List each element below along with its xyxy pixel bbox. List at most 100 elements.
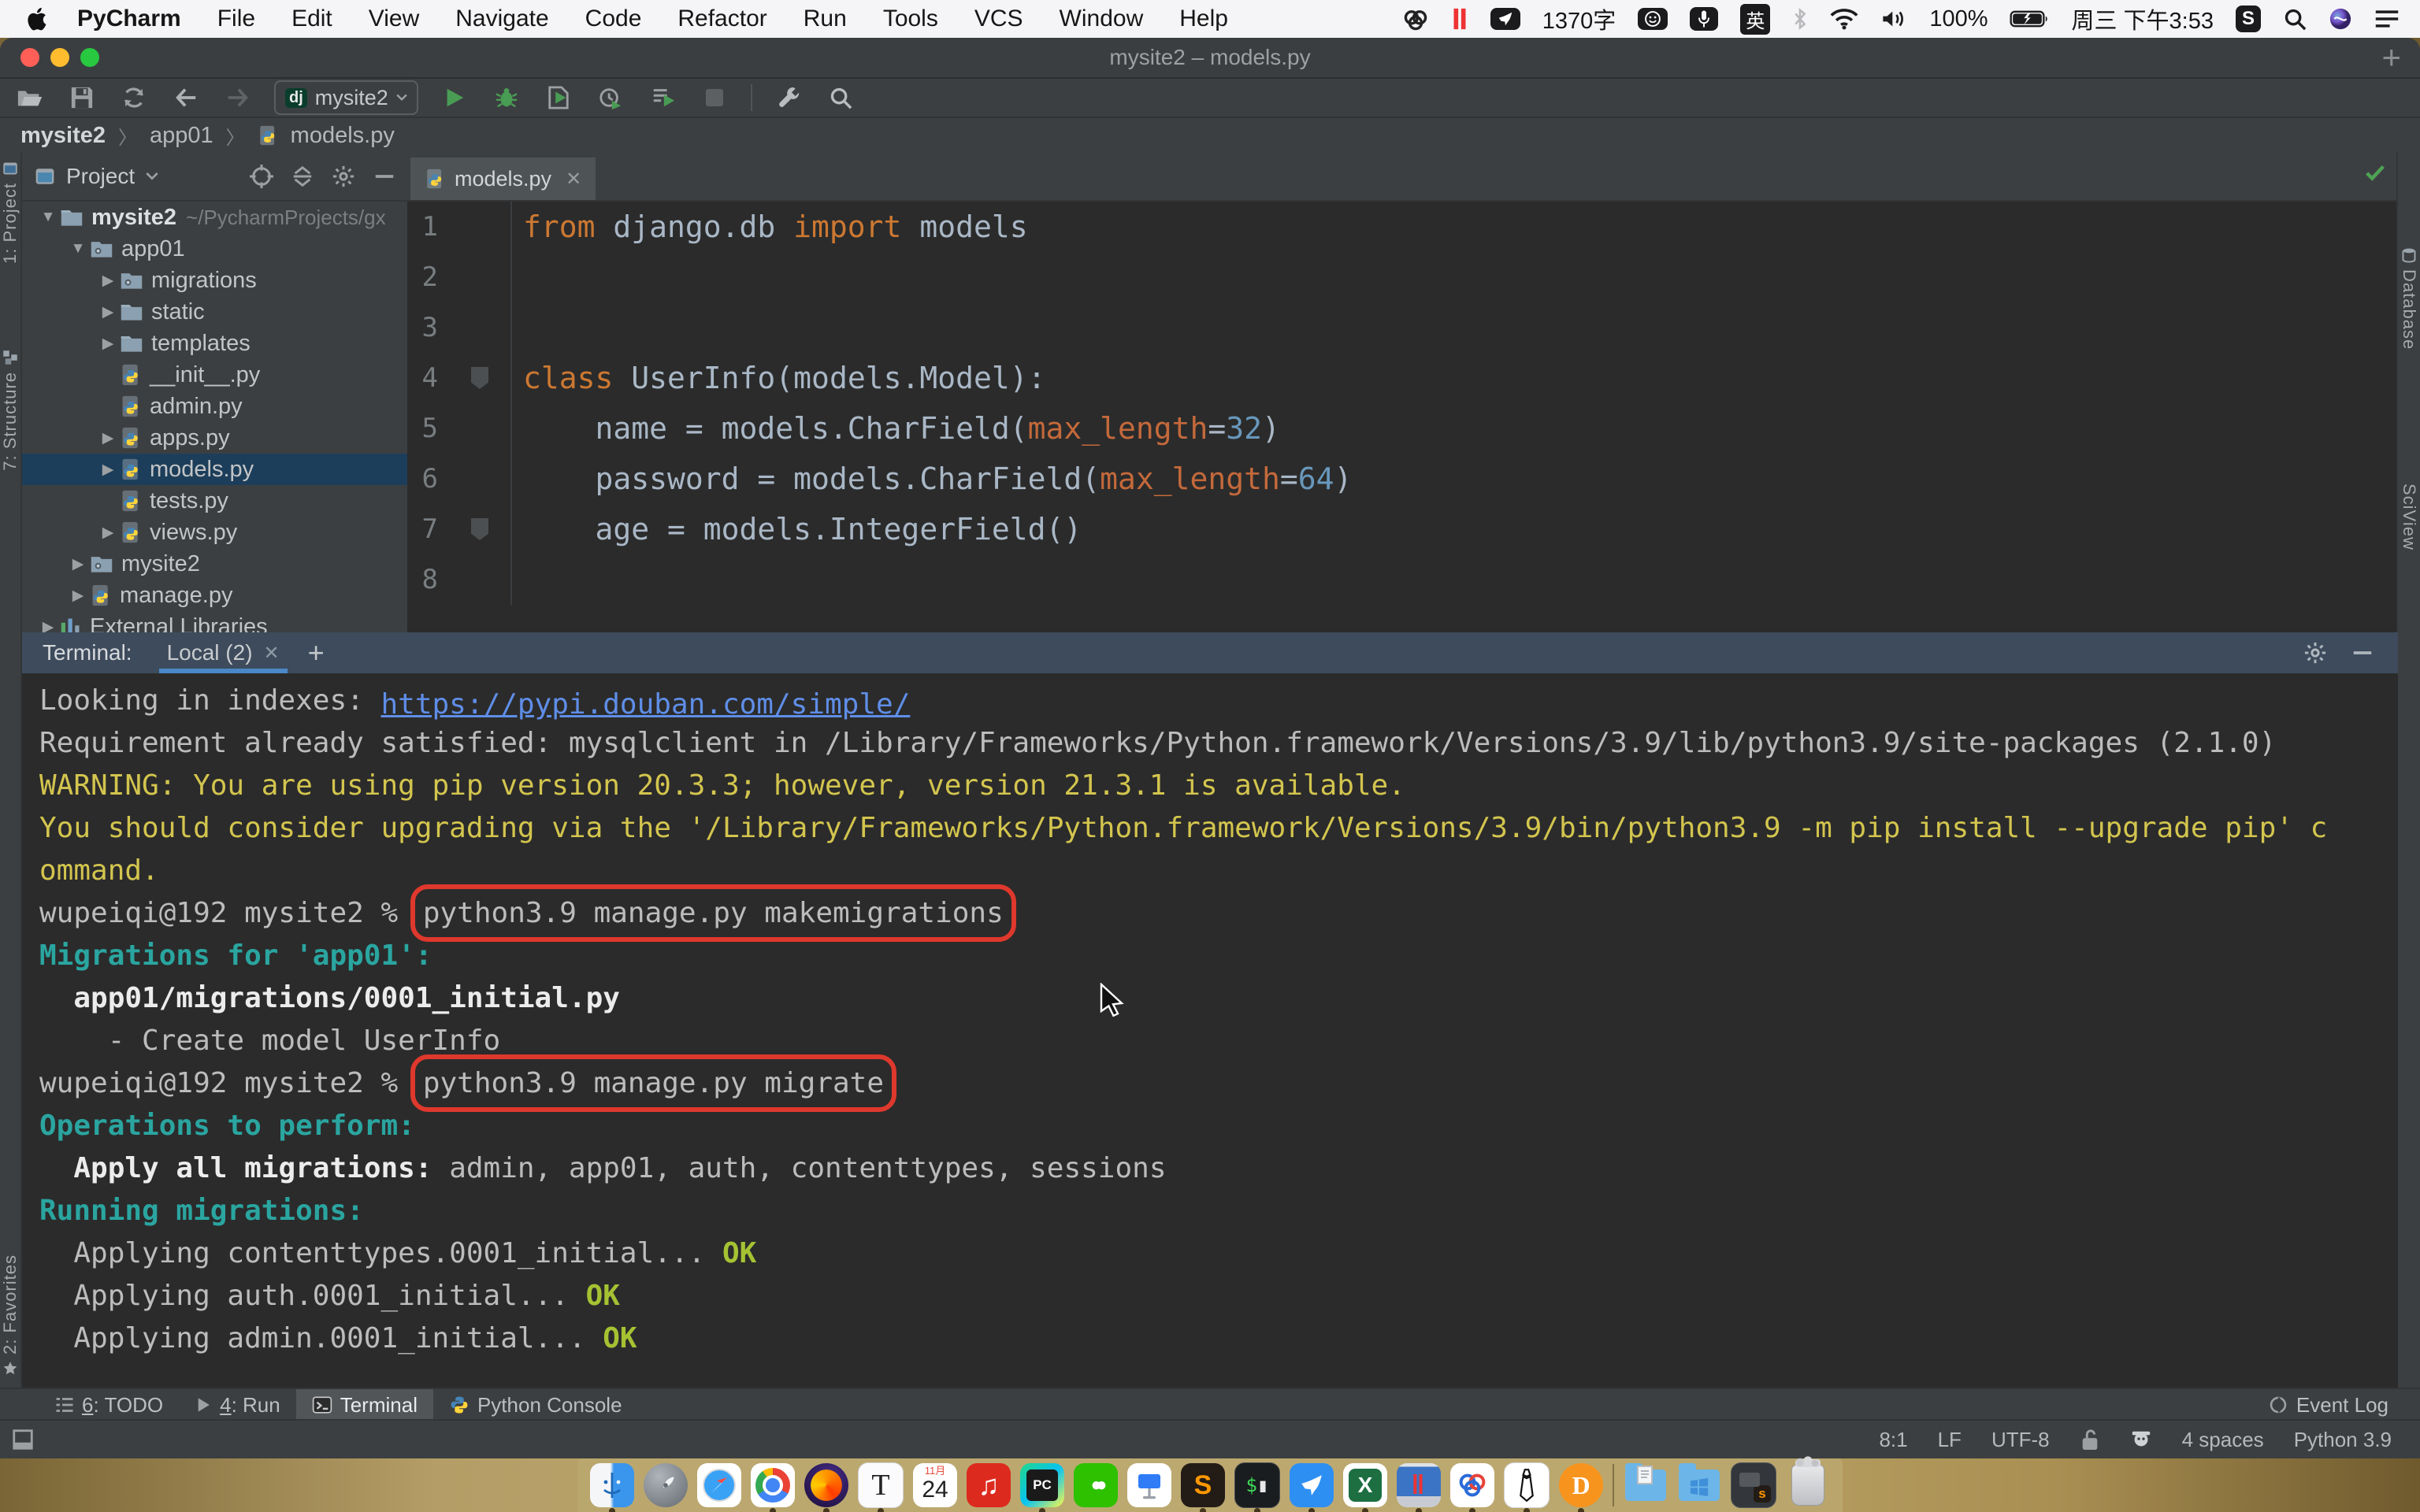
dock-item-pycharm[interactable]: PC	[1020, 1463, 1064, 1507]
dock-item-baidu-netdisk[interactable]	[1450, 1463, 1494, 1507]
sidebar-item-database[interactable]: Database	[2398, 247, 2420, 350]
menu-edit[interactable]: Edit	[291, 6, 332, 32]
dock-item-trash[interactable]	[1786, 1463, 1830, 1507]
tree-down-arrow-icon[interactable]: ▼	[66, 240, 90, 258]
tree-item-external-libraries[interactable]: ▶External Libraries	[22, 611, 407, 632]
dock-item-sublime-text[interactable]: S	[1181, 1463, 1225, 1507]
netdisk-menu-icon[interactable]	[1402, 7, 1429, 31]
file-encoding[interactable]: UTF-8	[1991, 1428, 2050, 1452]
tree-item-static[interactable]: ▶static	[22, 296, 407, 328]
dock-item-finder[interactable]	[590, 1463, 634, 1507]
sync-icon[interactable]	[118, 82, 150, 113]
run-button[interactable]	[439, 82, 470, 113]
inspection-ok-icon[interactable]	[2363, 161, 2387, 188]
menu-view[interactable]: View	[369, 6, 419, 32]
code-line-2[interactable]: 2	[407, 252, 2398, 302]
indent-setting[interactable]: 4 spaces	[2182, 1428, 2264, 1452]
project-panel-title[interactable]: Project	[66, 164, 135, 189]
sidebar-item-project[interactable]: 1: Project	[0, 161, 20, 264]
menu-run[interactable]: Run	[804, 6, 847, 32]
hide-panel-icon[interactable]	[373, 165, 396, 188]
tree-right-arrow-icon[interactable]: ▶	[96, 303, 120, 321]
wifi-icon[interactable]	[1830, 8, 1858, 30]
siri-icon[interactable]	[2329, 7, 2352, 31]
breadcrumb-mysite2[interactable]: mysite2	[20, 123, 106, 149]
toolwindow-run[interactable]: 4: Run	[179, 1389, 296, 1421]
tree-item-app01[interactable]: ▼app01	[22, 233, 407, 265]
tree-item-models-py[interactable]: ▶models.py	[22, 454, 407, 485]
bluetooth-icon[interactable]	[1792, 7, 1808, 31]
save-all-icon[interactable]	[66, 82, 98, 113]
run-configuration-select[interactable]: djmysite2	[274, 80, 418, 115]
dock-item-documents-folder[interactable]	[1624, 1463, 1668, 1507]
navigate-back-icon[interactable]	[170, 82, 202, 113]
tree-item-tests-py[interactable]: tests.py	[22, 485, 407, 517]
menu-vcs[interactable]: VCS	[974, 6, 1023, 32]
dock-item-keynote[interactable]	[1127, 1463, 1171, 1507]
dingtalk-menu-icon[interactable]	[1490, 8, 1520, 30]
caret-position[interactable]: 8:1	[1879, 1428, 1907, 1452]
dock-item-terminal[interactable]: $▮	[1234, 1462, 1280, 1508]
open-project-icon[interactable]	[14, 82, 46, 113]
sidebar-item-favorites[interactable]: 2: Favorites	[0, 1254, 20, 1377]
code-area[interactable]: 1from django.db import models234class Us…	[407, 202, 2398, 632]
settings-wrench-button[interactable]	[773, 82, 804, 113]
event-log-button[interactable]: Event Log	[2268, 1393, 2420, 1418]
code-line-5[interactable]: 5 name = models.CharField(max_length=32)	[407, 403, 2398, 454]
tree-item-mysite2[interactable]: ▼mysite2~/PycharmProjects/gx	[22, 202, 407, 233]
spotlight-search-icon[interactable]	[2283, 7, 2307, 31]
navigate-forward-icon[interactable]	[222, 82, 254, 113]
battery-icon[interactable]	[2010, 9, 2049, 29]
dock-item-dark-stack[interactable]: s	[1731, 1462, 1776, 1508]
control-center-list-icon[interactable]	[2374, 8, 2400, 30]
dock-item-excel[interactable]: X	[1343, 1463, 1387, 1507]
tree-item-manage-py[interactable]: ▶manage.py	[22, 580, 407, 611]
toolwindow-python-console[interactable]: Python Console	[433, 1389, 638, 1421]
locate-file-icon[interactable]	[250, 165, 273, 188]
debug-button[interactable]	[491, 82, 522, 113]
menu-navigate[interactable]: Navigate	[455, 6, 548, 32]
volume-icon[interactable]	[1880, 8, 1907, 30]
tree-right-arrow-icon[interactable]: ▶	[96, 272, 120, 290]
dock-item-safari[interactable]	[697, 1463, 741, 1507]
hector-inspector-icon[interactable]	[2130, 1428, 2152, 1451]
line-separator[interactable]: LF	[1938, 1428, 1962, 1452]
code-line-3[interactable]: 3	[407, 302, 2398, 353]
fold-marker-icon[interactable]	[471, 518, 488, 540]
tree-item-templates[interactable]: ▶templates	[22, 328, 407, 359]
pause-indicator-icon[interactable]	[1451, 7, 1468, 31]
minimize-terminal-icon[interactable]	[2351, 641, 2374, 665]
code-line-6[interactable]: 6 password = models.CharField(max_length…	[407, 454, 2398, 504]
tree-item--init-py[interactable]: __init__.py	[22, 359, 407, 391]
dock-item-tie-app[interactable]	[1504, 1462, 1550, 1508]
plus-icon[interactable]: +	[2381, 41, 2401, 74]
sogou-icon[interactable]: S	[2236, 6, 2261, 32]
dock-item-video-app-d[interactable]: D	[1559, 1463, 1603, 1507]
dock-item-windows-folder[interactable]	[1677, 1463, 1721, 1507]
tree-right-arrow-icon[interactable]: ▶	[96, 429, 120, 447]
toolwindow-todo[interactable]: 6: TODO	[39, 1389, 179, 1421]
sidebar-item-sciview[interactable]: SciView	[2398, 484, 2420, 550]
dock-item-firefox[interactable]	[804, 1463, 848, 1507]
tree-item-apps-py[interactable]: ▶apps.py	[22, 422, 407, 454]
toolwindow-toggle-icon[interactable]	[11, 1428, 35, 1451]
collapse-all-icon[interactable]	[291, 165, 314, 188]
menu-code[interactable]: Code	[585, 6, 642, 32]
input-method-badge[interactable]: 英	[1740, 4, 1770, 35]
dock-item-wechat[interactable]: ●●	[1074, 1463, 1118, 1507]
dock-item-netease-music[interactable]: ♫	[967, 1463, 1011, 1507]
python-interpreter[interactable]: Python 3.9	[2294, 1428, 2392, 1452]
tab-models-py[interactable]: models.py ✕	[410, 158, 596, 200]
tree-item-migrations[interactable]: ▶migrations	[22, 265, 407, 296]
breadcrumb-models.py[interactable]: models.py	[291, 123, 395, 149]
code-line-4[interactable]: 4class UserInfo(models.Model):	[407, 353, 2398, 403]
close-terminal-tab-icon[interactable]: ✕	[264, 642, 280, 665]
profiler-button[interactable]	[595, 82, 626, 113]
terminal-output[interactable]: Looking in indexes: https://pypi.douban.…	[22, 673, 2398, 1388]
tree-right-arrow-icon[interactable]: ▶	[96, 461, 120, 479]
menu-help[interactable]: Help	[1179, 6, 1228, 32]
code-line-7[interactable]: 7 age = models.IntegerField()	[407, 504, 2398, 554]
tree-item-admin-py[interactable]: admin.py	[22, 391, 407, 422]
dock-item-parallels-desktop[interactable]: ‖	[1397, 1463, 1441, 1507]
menu-refactor[interactable]: Refactor	[677, 6, 766, 32]
